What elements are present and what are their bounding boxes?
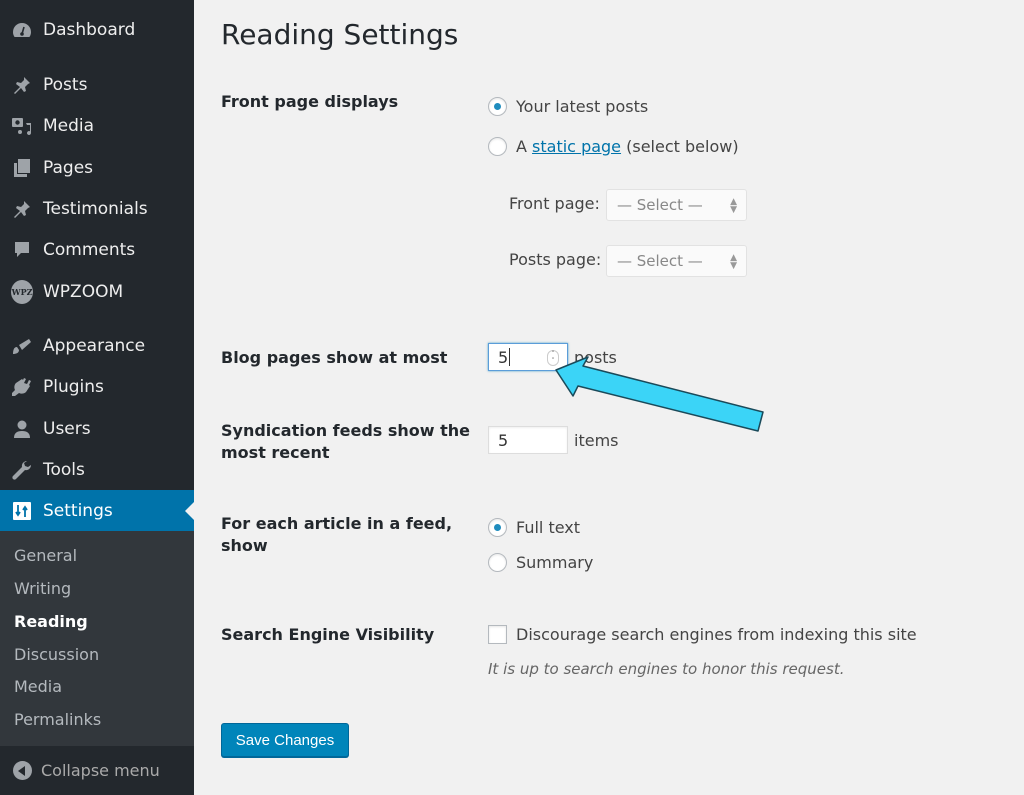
paintbrush-icon <box>11 335 33 357</box>
static-suffix: (select below) <box>626 137 739 156</box>
submenu-item-writing[interactable]: Writing <box>14 579 71 598</box>
sidebar-item-label: Testimonials <box>43 198 148 219</box>
sidebar-item-appearance[interactable]: Appearance <box>0 325 194 366</box>
main-content: Reading Settings Front page displays You… <box>194 0 1024 795</box>
collapse-menu-label: Collapse menu <box>41 761 160 780</box>
sidebar-item-testimonials[interactable]: Testimonials <box>0 188 194 229</box>
sidebar-item-plugins[interactable]: Plugins <box>0 366 194 407</box>
submenu-item-permalinks[interactable]: Permalinks <box>14 710 101 729</box>
syndication-input[interactable]: 5 <box>488 426 568 454</box>
sidebar-item-label: Tools <box>43 459 85 480</box>
radio-full-text[interactable] <box>488 518 507 537</box>
posts-page-select-label: Posts page: <box>509 250 602 269</box>
user-icon <box>11 418 33 440</box>
sidebar-item-label: Settings <box>43 500 113 521</box>
radio-selected-dot <box>494 524 501 531</box>
sidebar-item-label: Media <box>43 115 95 136</box>
sidebar-item-posts[interactable]: Posts <box>0 64 194 105</box>
settings-sliders-icon <box>11 500 33 522</box>
static-prefix: A <box>516 137 527 156</box>
sidebar-item-settings[interactable]: Settings <box>0 490 194 531</box>
syndication-value: 5 <box>498 430 509 450</box>
save-changes-button[interactable]: Save Changes <box>221 723 349 757</box>
wpzoom-badge: WPZ <box>11 279 33 304</box>
page-title: Reading Settings <box>221 18 459 51</box>
front-page-select[interactable]: — Select — ▲ ▼ <box>606 189 747 221</box>
sidebar-item-users[interactable]: Users <box>0 408 194 449</box>
posts-page-select-value: — Select — <box>617 252 703 270</box>
feed-article-label-line1: For each article in a feed, <box>221 514 453 533</box>
radio-static-page-option[interactable]: A static page (select below) <box>488 137 739 156</box>
static-page-link[interactable]: static page <box>532 137 621 156</box>
discourage-search-checkbox[interactable] <box>488 625 507 644</box>
syndication-label-line2: most recent <box>221 443 330 462</box>
radio-static-page[interactable] <box>488 137 507 156</box>
sidebar-item-label: Posts <box>43 74 88 95</box>
feed-article-label: For each article in a feed, show <box>221 513 452 557</box>
dashboard-icon <box>11 19 33 41</box>
blog-pages-unit: posts <box>574 348 617 367</box>
pages-icon <box>11 157 33 179</box>
submenu-item-discussion[interactable]: Discussion <box>14 645 99 664</box>
sidebar-item-wpzoom[interactable]: WPZ WPZOOM <box>0 271 194 312</box>
blog-pages-input[interactable]: 5 ˄ ˅ <box>488 343 568 371</box>
settings-submenu: General Writing Reading Discussion Media… <box>0 531 194 746</box>
comment-icon <box>11 239 33 261</box>
sidebar-item-label: Plugins <box>43 376 104 397</box>
select-arrows-icon: ▲ ▼ <box>730 197 737 215</box>
radio-summary-option[interactable]: Summary <box>488 553 593 572</box>
submenu-item-media[interactable]: Media <box>14 677 62 696</box>
search-visibility-label: Search Engine Visibility <box>221 625 435 644</box>
collapse-menu-button[interactable]: Collapse menu <box>0 746 194 795</box>
sidebar-item-label: WPZOOM <box>43 281 124 302</box>
sidebar-item-pages[interactable]: Pages <box>0 147 194 188</box>
wrench-icon <box>11 459 33 481</box>
blog-pages-label: Blog pages show at most <box>221 348 448 367</box>
front-page-select-label: Front page: <box>509 194 600 213</box>
plug-icon <box>11 376 33 398</box>
discourage-search-option[interactable]: Discourage search engines from indexing … <box>488 625 917 644</box>
radio-summary-label: Summary <box>516 553 594 572</box>
discourage-search-label: Discourage search engines from indexing … <box>516 625 917 644</box>
front-page-select-value: — Select — <box>617 196 703 214</box>
radio-selected-dot <box>494 103 501 110</box>
radio-full-text-option[interactable]: Full text <box>488 518 580 537</box>
sidebar-item-label: Comments <box>43 239 136 260</box>
sidebar-item-label: Pages <box>43 157 94 178</box>
submenu-item-general[interactable]: General <box>14 546 77 565</box>
pin-icon <box>11 74 33 96</box>
search-visibility-description: It is up to search engines to honor this… <box>488 660 845 678</box>
radio-latest-posts-label: Your latest posts <box>516 97 649 116</box>
radio-static-page-label: A static page (select below) <box>516 137 739 156</box>
syndication-label-line1: Syndication feeds show the <box>221 421 471 440</box>
radio-latest-posts-option[interactable]: Your latest posts <box>488 97 648 116</box>
front-page-displays-label: Front page displays <box>221 92 399 111</box>
sidebar-item-label: Users <box>43 418 91 439</box>
posts-page-select[interactable]: — Select — ▲ ▼ <box>606 245 747 277</box>
sidebar-item-label: Dashboard <box>43 19 136 40</box>
select-arrows-icon: ▲ ▼ <box>730 253 737 271</box>
collapse-arrow-icon <box>13 761 32 780</box>
syndication-label: Syndication feeds show the most recent <box>221 420 470 464</box>
sidebar-item-comments[interactable]: Comments <box>0 229 194 270</box>
pin-icon <box>11 198 33 220</box>
radio-summary[interactable] <box>488 553 507 572</box>
sidebar-item-dashboard[interactable]: Dashboard <box>0 9 194 50</box>
media-icon <box>11 115 33 137</box>
submenu-item-reading[interactable]: Reading <box>14 612 88 631</box>
admin-sidebar: Dashboard Posts Media Pages Testimonials… <box>0 0 194 795</box>
text-caret <box>509 348 511 366</box>
sidebar-item-label: Appearance <box>43 335 146 356</box>
radio-full-text-label: Full text <box>516 518 581 537</box>
blog-pages-value: 5 <box>498 347 509 367</box>
sidebar-item-tools[interactable]: Tools <box>0 449 194 490</box>
active-indicator <box>185 502 194 520</box>
sidebar-item-media[interactable]: Media <box>0 105 194 146</box>
radio-latest-posts[interactable] <box>488 97 507 116</box>
syndication-unit: items <box>574 431 619 450</box>
wpzoom-logo-icon: WPZ <box>11 279 33 304</box>
number-spinner[interactable]: ˄ ˅ <box>547 350 559 366</box>
feed-article-label-line2: show <box>221 536 268 555</box>
